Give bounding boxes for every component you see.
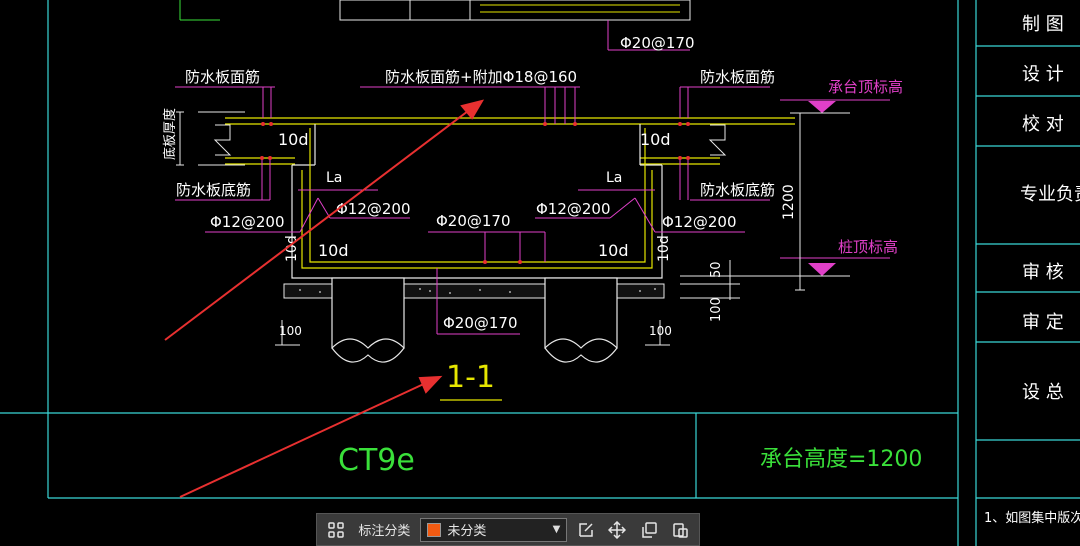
annotation-arrows [164, 99, 485, 498]
cap-top-elevation-label: 承台顶标高 [828, 78, 903, 96]
category-select[interactable]: 未分类 ▼ [420, 517, 568, 542]
paste-icon[interactable] [668, 517, 693, 543]
rebar-bottom-main: Φ20@170 [436, 212, 511, 230]
section-label: 1-1 [446, 360, 495, 395]
tb-row-chief: 设 总 [1022, 382, 1064, 403]
dim-10d-top-left: 10d [278, 130, 309, 149]
title-block: 制 图 设 计 校 对 专业负责人 审 核 审 定 设 总 1、如图集中版次栏所… [984, 14, 1080, 526]
dim-10d-bottom-left: 10d [318, 241, 349, 260]
tb-note: 1、如图集中版次栏所... [984, 510, 1080, 526]
dim-1200: 1200 [781, 184, 797, 220]
pile-top-elevation-label: 桩顶标高 [838, 238, 898, 256]
dim-la-right: La [606, 170, 622, 186]
dim-100-left: 100 [279, 324, 302, 338]
cap-name: CT9e [338, 443, 415, 478]
rebar-side-left-outer: Φ12@200 [210, 213, 285, 231]
waterproof-bottom-left-label: 防水板底筋 [176, 181, 251, 199]
cap-height-note: 承台高度=1200 [760, 447, 922, 472]
tb-row-lead: 专业负责人 [1020, 184, 1080, 205]
rebar-bottom-lower: Φ20@170 [443, 314, 518, 332]
dim-10d-bottom-right: 10d [598, 241, 629, 260]
waterproof-bottom-right-label: 防水板底筋 [700, 181, 775, 199]
dim-50: 50 [709, 261, 724, 278]
rebar-label-top: Φ20@170 [620, 34, 695, 52]
waterproof-face-add-label: 防水板面筋+附加Φ18@160 [385, 68, 577, 86]
edit-note-icon[interactable] [573, 517, 598, 543]
grid-icon[interactable] [323, 517, 348, 543]
tb-row-check: 校 对 [1022, 114, 1064, 135]
annotation-toolbar: 标注分类 未分类 ▼ [316, 513, 700, 546]
waterproof-face-left-label: 防水板面筋 [185, 68, 260, 86]
tb-row-draw: 制 图 [1022, 14, 1064, 35]
copy-icon[interactable] [636, 517, 661, 543]
category-color-swatch [427, 522, 442, 537]
tb-row-review: 审 核 [1022, 262, 1064, 283]
cad-drawing-canvas[interactable]: Φ20@170 承台顶标高 桩顶标高 1200 50 100 底板厚度 防水板面… [0, 0, 1080, 546]
rebar-side-right-outer: Φ12@200 [662, 213, 737, 231]
rebar-side-right-inner: Φ12@200 [536, 200, 611, 218]
dim-10d-top-right: 10d [640, 130, 671, 149]
dim-100-mid: 100 [649, 324, 672, 338]
tb-row-approve: 审 定 [1022, 312, 1064, 333]
dim-10d-vertical-right: 10d [656, 235, 672, 262]
upper-partial-view [339, 0, 691, 21]
dim-100-right: 100 [709, 297, 724, 322]
chevron-down-icon: ▼ [552, 524, 561, 535]
move-icon[interactable] [605, 517, 630, 543]
category-value: 未分类 [447, 524, 487, 539]
slab-thickness-label: 底板厚度 [162, 108, 178, 160]
category-label: 标注分类 [358, 524, 411, 539]
dim-la-left: La [326, 170, 342, 186]
tb-row-design: 设 计 [1022, 64, 1064, 85]
waterproof-face-right-label: 防水板面筋 [700, 68, 775, 86]
